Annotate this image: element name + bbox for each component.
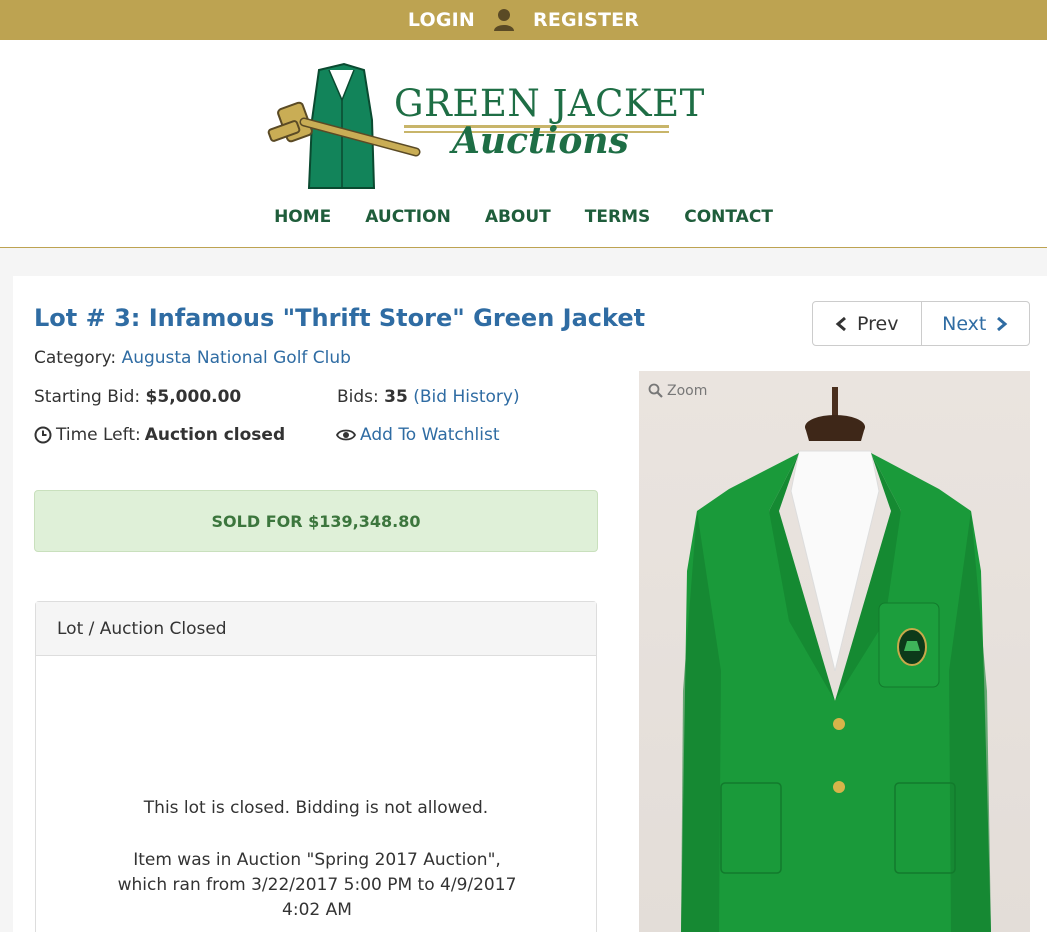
category-label: Category: xyxy=(34,348,117,368)
green-jacket-image xyxy=(681,387,991,932)
gavel-jacket-icon xyxy=(267,62,421,189)
top-bar: LOGIN REGISTER xyxy=(0,0,1047,40)
user-icon xyxy=(494,9,514,31)
add-to-watchlist-link[interactable]: Add To Watchlist xyxy=(360,425,500,445)
starting-bid-value: $5,000.00 xyxy=(145,387,242,407)
sold-banner: SOLD FOR $139,348.80 xyxy=(34,490,598,552)
next-label: Next xyxy=(942,312,987,335)
site-header: GREEN JACKET Auctions HOME AUCTION ABOUT… xyxy=(0,40,1047,248)
closed-message: This lot is closed. Bidding is not allow… xyxy=(143,798,489,818)
chevron-left-icon xyxy=(835,316,846,331)
time-left-value: Auction closed xyxy=(144,425,286,445)
nav-about[interactable]: ABOUT xyxy=(485,207,551,227)
nav-home[interactable]: HOME xyxy=(274,207,331,227)
chevron-right-icon xyxy=(997,316,1008,331)
bids-label: Bids: xyxy=(337,387,379,407)
nav-auction[interactable]: AUCTION xyxy=(365,207,451,227)
eye-icon xyxy=(336,429,356,441)
time-left-label: Time Left: xyxy=(56,425,141,445)
time-left-row: Time Left: Auction closed xyxy=(34,425,285,445)
lot-panel: Lot # 3: Infamous "Thrift Store" Green J… xyxy=(13,276,1047,932)
auction-detail: Item was in Auction "Spring 2017 Auction… xyxy=(117,850,517,920)
main-nav: HOME AUCTION ABOUT TERMS CONTACT xyxy=(0,207,1047,227)
starting-bid-row: Starting Bid: $5,000.00 xyxy=(34,387,241,407)
category-row: Category: Augusta National Golf Club xyxy=(34,348,351,368)
logo-line2: Auctions xyxy=(452,120,629,162)
nav-terms[interactable]: TERMS xyxy=(585,207,650,227)
clock-icon xyxy=(34,426,52,444)
prev-button[interactable]: Prev xyxy=(813,302,922,345)
starting-bid-label: Starting Bid: xyxy=(34,387,141,407)
login-link[interactable]: LOGIN xyxy=(408,9,475,31)
closed-panel-heading: Lot / Auction Closed xyxy=(36,602,596,656)
register-link[interactable]: REGISTER xyxy=(533,9,639,31)
next-button[interactable]: Next xyxy=(922,302,1030,345)
watchlist-row[interactable]: Add To Watchlist xyxy=(336,425,500,445)
bids-row: Bids: 35 (Bid History) xyxy=(337,387,520,407)
logo-line1: GREEN JACKET xyxy=(394,82,705,125)
lot-title: Lot # 3: Infamous "Thrift Store" Green J… xyxy=(34,304,646,332)
closed-panel: Lot / Auction Closed This lot is closed.… xyxy=(35,601,597,932)
bid-history-link[interactable]: (Bid History) xyxy=(413,387,519,407)
prev-label: Prev xyxy=(857,312,899,335)
category-link[interactable]: Augusta National Golf Club xyxy=(122,348,351,368)
bids-value: 35 xyxy=(384,387,408,407)
lot-photo[interactable]: Zoom xyxy=(639,371,1030,932)
lot-pager: Prev Next xyxy=(812,301,1030,346)
nav-contact[interactable]: CONTACT xyxy=(684,207,773,227)
logo[interactable]: GREEN JACKET Auctions xyxy=(264,60,704,195)
